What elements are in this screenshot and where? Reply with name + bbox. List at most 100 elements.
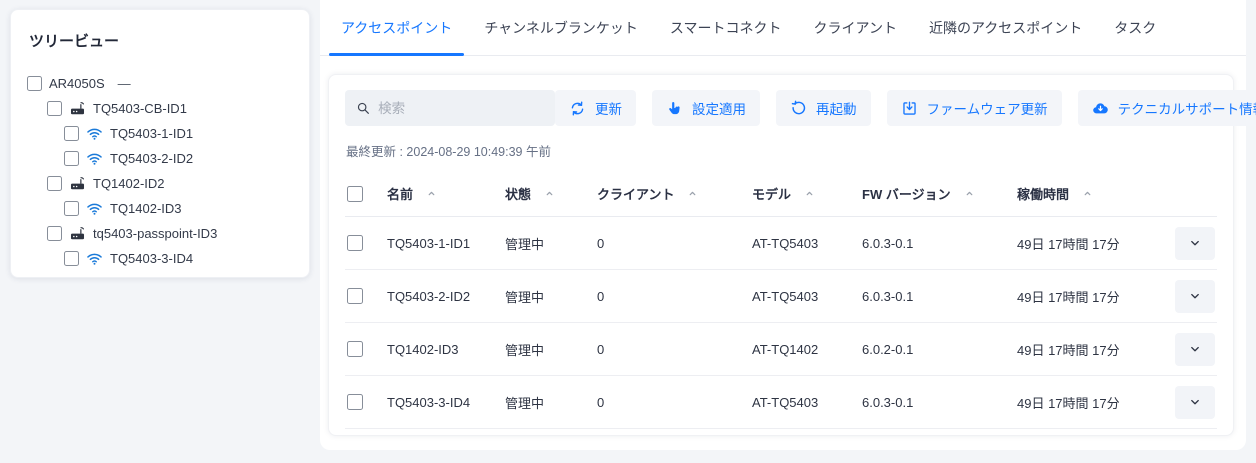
column-label: クライアント: [597, 184, 674, 203]
tree-node[interactable]: TQ5403-1-ID1: [27, 121, 293, 146]
column-header-status[interactable]: 状態: [505, 184, 597, 203]
reboot-button[interactable]: 再起動: [776, 90, 871, 126]
button-label: 更新: [595, 98, 622, 118]
table-header-row: 名前 状態 クライアント モデル FW バージョン稼働時間: [345, 171, 1217, 217]
tab-access-points[interactable]: アクセスポイント: [329, 0, 464, 55]
row-expand-button[interactable]: [1175, 386, 1215, 419]
wifi-icon: [86, 250, 103, 267]
ap-icon: [69, 225, 86, 242]
tree-node[interactable]: TQ1402-ID3: [27, 196, 293, 221]
refresh-icon: [569, 100, 586, 117]
cell-name: TQ5403-3-ID4: [387, 395, 505, 410]
tree-view-panel: ツリービュー AR4050S—TQ5403-CB-ID1TQ5403-1-ID1…: [10, 9, 310, 278]
chevron-down-icon: [1188, 289, 1202, 303]
column-label: 名前: [387, 184, 413, 203]
sort-caret-icon: [804, 188, 815, 199]
main-panel: アクセスポイントチャンネルブランケットスマートコネクトクライアント近隣のアクセス…: [320, 0, 1246, 450]
firmware-update-button[interactable]: ファームウェア更新: [887, 90, 1062, 126]
tree-collapse-toggle[interactable]: —: [118, 76, 131, 91]
tree-node-checkbox[interactable]: [27, 76, 42, 91]
tree-node-label: tq5403-passpoint-ID3: [93, 226, 217, 241]
access-points-table: 名前状態クライアントモデルFW バージョン稼働時間 TQ5403-1-ID1管理…: [345, 171, 1217, 429]
ap-icon: [69, 100, 86, 117]
column-label: 稼働時間: [1017, 184, 1069, 203]
sort-caret-icon: [1082, 188, 1093, 199]
chevron-down-icon: [1188, 236, 1202, 250]
table-body: TQ5403-1-ID1管理中0AT-TQ54036.0.3-0.149日 17…: [345, 217, 1217, 429]
tree-node-label: TQ1402-ID2: [93, 176, 165, 191]
row-expand-button[interactable]: [1175, 227, 1215, 260]
cell-uptime: 49日 17時間 17分: [1017, 234, 1167, 253]
column-header-clients[interactable]: クライアント: [597, 184, 752, 203]
row-checkbox[interactable]: [347, 235, 363, 251]
tree-node-checkbox[interactable]: [64, 126, 79, 141]
cloud-download-icon: [1092, 100, 1109, 117]
tree-node-checkbox[interactable]: [64, 201, 79, 216]
column-header-uptime[interactable]: 稼働時間: [1017, 184, 1167, 203]
tree-node-checkbox[interactable]: [47, 101, 62, 116]
tree-node-checkbox[interactable]: [64, 151, 79, 166]
cell-status: 管理中: [505, 234, 597, 253]
search-icon: [356, 100, 370, 116]
cell-fw_version: 6.0.2-0.1: [862, 342, 1017, 357]
cell-status: 管理中: [505, 393, 597, 412]
access-points-card: 更新設定適用再起動ファームウェア更新テクニカルサポート情報 最終更新 : 202…: [328, 74, 1234, 436]
tree-node[interactable]: TQ5403-2-ID2: [27, 146, 293, 171]
tab-channel-blanket[interactable]: チャンネルブランケット: [472, 0, 650, 55]
cell-clients: 0: [597, 236, 752, 251]
action-buttons: 更新 設定適用再起動ファームウェア更新テクニカルサポート情報: [555, 90, 1256, 126]
tree-node[interactable]: TQ5403-3-ID4: [27, 246, 293, 271]
column-header-fw_version[interactable]: FW バージョン: [862, 184, 1017, 203]
tree-node-checkbox[interactable]: [47, 226, 62, 241]
column-label: モデル: [752, 184, 791, 203]
tree-node-label: TQ5403-1-ID1: [110, 126, 193, 141]
refresh-button[interactable]: 更新: [555, 90, 636, 126]
cell-fw_version: 6.0.3-0.1: [862, 236, 1017, 251]
column-header-model[interactable]: モデル: [752, 184, 862, 203]
row-checkbox[interactable]: [347, 288, 363, 304]
tree-node-label: AR4050S: [49, 76, 105, 91]
column-header-name[interactable]: 名前: [387, 184, 505, 203]
cell-clients: 0: [597, 395, 752, 410]
tab-clients[interactable]: クライアント: [802, 0, 909, 55]
toolbar: 更新設定適用再起動ファームウェア更新テクニカルサポート情報: [345, 90, 1217, 126]
row-expand-button[interactable]: [1175, 280, 1215, 313]
tree-node-label: TQ5403-3-ID4: [110, 251, 193, 266]
tree-node[interactable]: AR4050S —: [27, 71, 293, 96]
tree-node[interactable]: tq5403-passpoint-ID3: [27, 221, 293, 246]
search-box[interactable]: [345, 90, 555, 126]
tab-bar: アクセスポイントチャンネルブランケットスマートコネクトクライアント近隣のアクセス…: [320, 0, 1246, 56]
cell-clients: 0: [597, 289, 752, 304]
apply-config-button[interactable]: 設定適用: [652, 90, 760, 126]
chevron-down-icon: [1188, 395, 1202, 409]
tab-neighbor-access-points[interactable]: 近隣のアクセスポイント: [917, 0, 1094, 55]
cell-model: AT-TQ5403: [752, 395, 862, 410]
column-label: 状態: [505, 184, 531, 203]
tree-node[interactable]: TQ5403-CB-ID1: [27, 96, 293, 121]
cell-uptime: 49日 17時間 17分: [1017, 393, 1167, 412]
select-all-checkbox[interactable]: [347, 186, 363, 202]
tree-node[interactable]: TQ1402-ID2: [27, 171, 293, 196]
cell-name: TQ5403-1-ID1: [387, 236, 505, 251]
sort-caret-icon: [426, 188, 437, 199]
tree-node-label: TQ5403-CB-ID1: [93, 101, 187, 116]
wifi-icon: [86, 200, 103, 217]
device-tree: AR4050S — TQ5403-CB-ID1 TQ5403-1-ID1 TQ5403-…: [27, 71, 293, 271]
hand-pointer-icon: [666, 100, 683, 117]
tab-tasks[interactable]: タスク: [1102, 0, 1168, 55]
table-row: TQ5403-2-ID2管理中0AT-TQ54036.0.3-0.149日 17…: [345, 270, 1217, 323]
sort-caret-icon: [544, 188, 555, 199]
cell-status: 管理中: [505, 287, 597, 306]
search-input[interactable]: [378, 101, 544, 116]
row-checkbox[interactable]: [347, 341, 363, 357]
row-expand-button[interactable]: [1175, 333, 1215, 366]
tree-node-checkbox[interactable]: [47, 176, 62, 191]
row-checkbox[interactable]: [347, 394, 363, 410]
table-row: TQ5403-1-ID1管理中0AT-TQ54036.0.3-0.149日 17…: [345, 217, 1217, 270]
tree-node-label: TQ5403-2-ID2: [110, 151, 193, 166]
tab-smart-connect[interactable]: スマートコネクト: [658, 0, 794, 55]
tree-node-checkbox[interactable]: [64, 251, 79, 266]
table-row: TQ1402-ID3管理中0AT-TQ14026.0.2-0.149日 17時間…: [345, 323, 1217, 376]
cell-name: TQ5403-2-ID2: [387, 289, 505, 304]
tech-support-info-button[interactable]: テクニカルサポート情報: [1078, 90, 1256, 126]
